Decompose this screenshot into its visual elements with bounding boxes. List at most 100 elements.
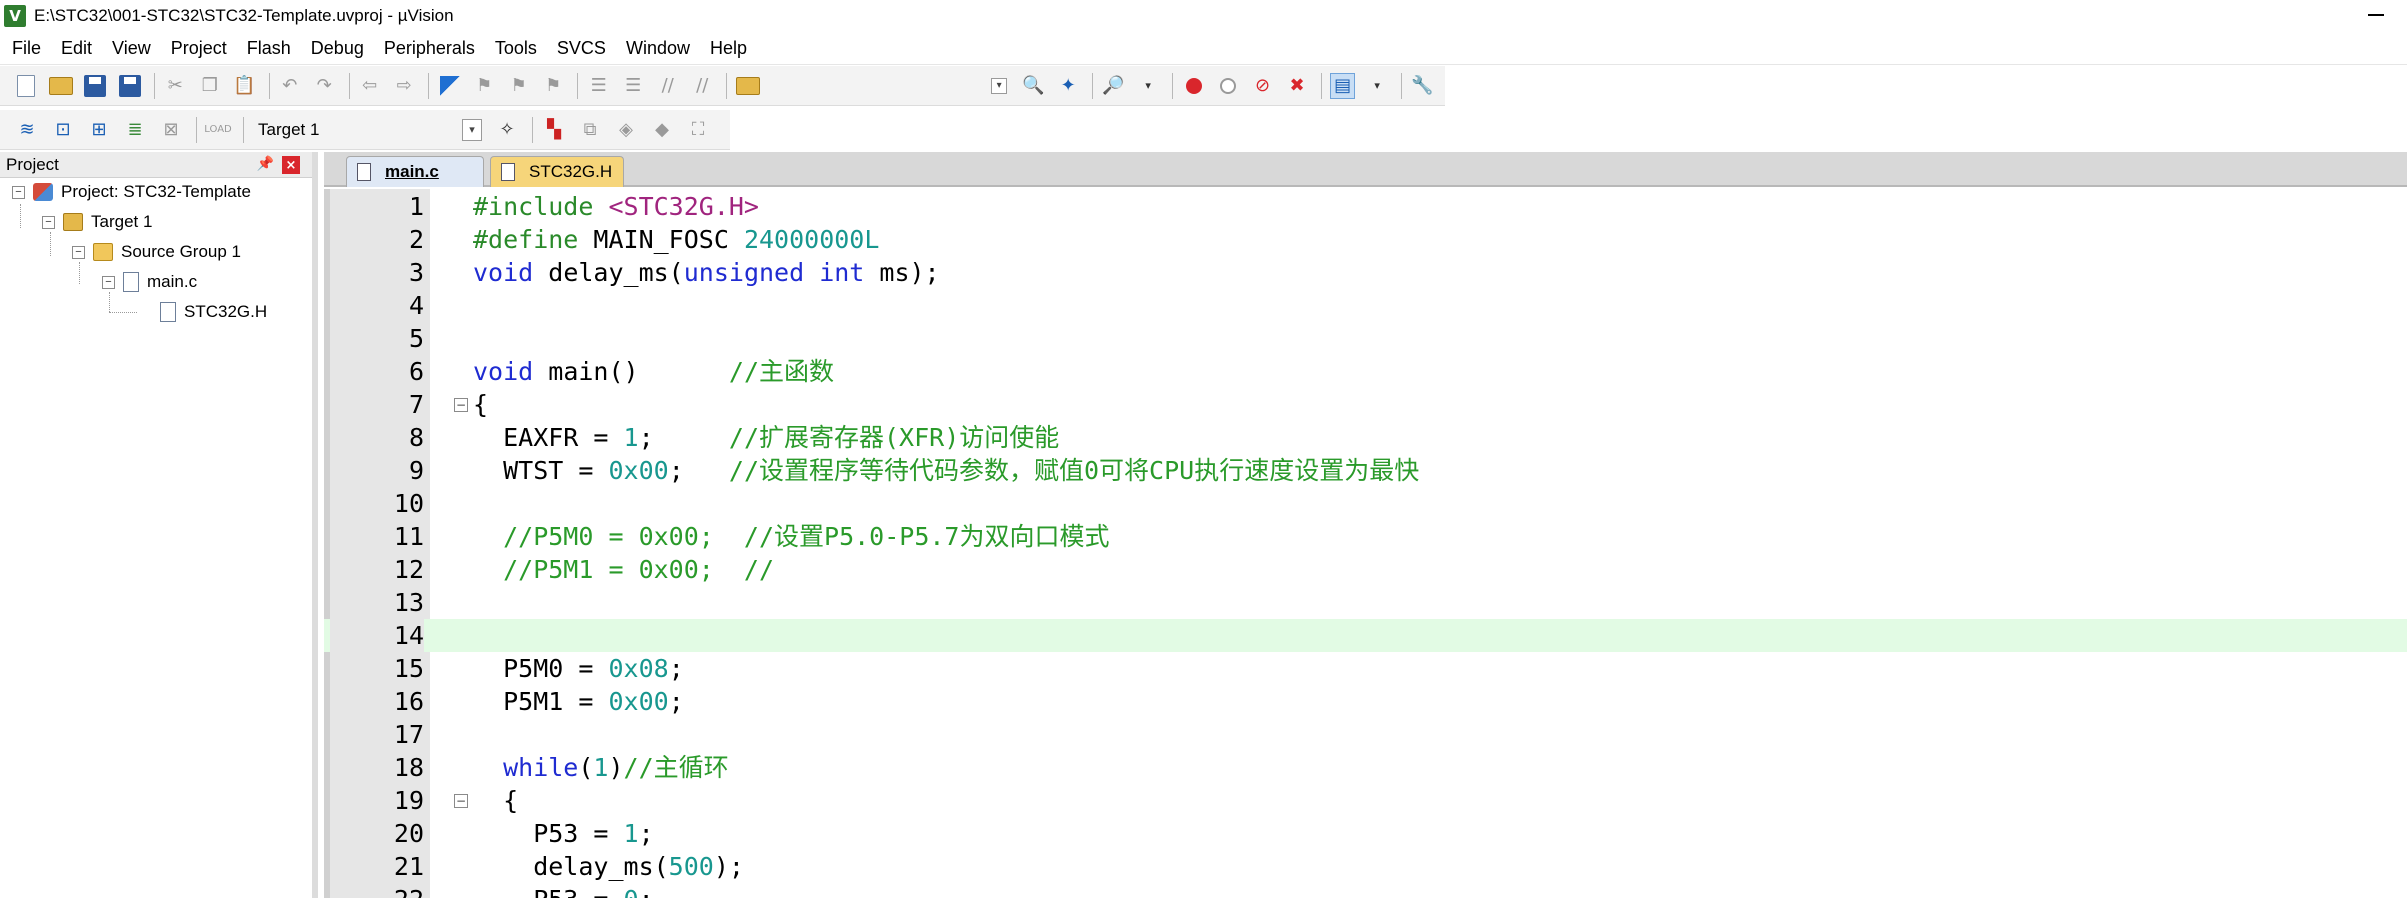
code-line[interactable]: 17 xyxy=(324,718,2407,751)
code-editor[interactable]: 1 #include <STC32G.H> 2 #define MAIN_FOSC 2… xyxy=(324,189,2407,898)
insert-bookmark-button[interactable] xyxy=(437,73,462,99)
disable-breakpoint-button[interactable] xyxy=(1216,73,1241,99)
indent-button[interactable]: ☰ xyxy=(586,73,611,99)
configuration-button[interactable]: 🔧 xyxy=(1410,73,1435,99)
cut-button[interactable]: ✂ xyxy=(163,73,188,99)
code-line[interactable]: 20 P53 = 1; xyxy=(324,817,2407,850)
collapse-icon[interactable]: − xyxy=(102,275,115,289)
undo-button[interactable]: ↶ xyxy=(277,73,302,99)
target-select[interactable]: Target 1 xyxy=(252,120,462,140)
debug-session-dropdown[interactable]: ▾ xyxy=(1136,73,1161,99)
build-button[interactable]: ⊡ xyxy=(50,117,76,143)
menu-peripherals[interactable]: Peripherals xyxy=(384,38,475,59)
code-line[interactable]: 19 − { xyxy=(324,784,2407,817)
save-button[interactable] xyxy=(83,73,108,99)
fold-collapse-icon[interactable]: − xyxy=(454,398,468,412)
code-line[interactable]: 7 −{ xyxy=(324,388,2407,421)
minimize-button[interactable] xyxy=(2359,4,2393,26)
code-line[interactable]: 22 P53 = 0; xyxy=(324,883,2407,898)
download-button[interactable]: LOAD xyxy=(204,117,231,143)
menu-help[interactable]: Help xyxy=(710,38,747,59)
stop-build-button[interactable]: ⊠ xyxy=(158,117,184,143)
code-line[interactable]: 6 void main() //主函数 xyxy=(324,355,2407,388)
uncomment-button[interactable]: // xyxy=(690,73,715,99)
code-line[interactable]: 8 EAXFR = 1; //扩展寄存器(XFR)访问使能 xyxy=(324,421,2407,454)
manage-project-items-button[interactable]: ▚ xyxy=(541,117,567,143)
paste-button[interactable]: 📋 xyxy=(232,73,257,99)
kill-all-breakpoints-button[interactable]: ✖ xyxy=(1285,73,1310,99)
window-layout-dropdown[interactable]: ▾ xyxy=(1365,73,1390,99)
tab-main-c[interactable]: main.c xyxy=(346,156,484,187)
code-line[interactable]: 12 //P5M1 = 0x00; // xyxy=(324,553,2407,586)
navigate-back-button[interactable]: ⇦ xyxy=(357,73,382,99)
next-bookmark-button[interactable]: ⚑ xyxy=(506,73,531,99)
code-line[interactable]: 10 xyxy=(324,487,2407,520)
navigate-forward-button[interactable]: ⇨ xyxy=(392,73,417,99)
code-line[interactable]: 9 WTST = 0x00; //设置程序等待代码参数，赋值0可将CPU执行速度… xyxy=(324,454,2407,487)
menu-debug[interactable]: Debug xyxy=(311,38,364,59)
code-line[interactable]: 11 //P5M0 = 0x00; //设置P5.0-P5.7为双向口模式 xyxy=(324,520,2407,553)
collapse-icon[interactable]: − xyxy=(72,245,85,259)
find-icon: 🔍 xyxy=(1022,75,1045,96)
window-layout-button[interactable]: ▤ xyxy=(1330,72,1355,99)
menu-edit[interactable]: Edit xyxy=(61,38,92,59)
code-line[interactable]: 2 #define MAIN_FOSC 24000000L xyxy=(324,223,2407,256)
menu-flash[interactable]: Flash xyxy=(247,38,291,59)
code-line[interactable]: 18 while(1)//主循环 xyxy=(324,751,2407,784)
code-line[interactable]: 13 xyxy=(324,586,2407,619)
code-line[interactable]: 16 P5M1 = 0x00; xyxy=(324,685,2407,718)
menu-file[interactable]: File xyxy=(12,38,41,59)
select-packs-button[interactable]: ◈ xyxy=(613,117,639,143)
menu-project[interactable]: Project xyxy=(171,38,227,59)
code-line[interactable]: 4 xyxy=(324,289,2407,322)
unindent-button[interactable]: ☰ xyxy=(621,73,646,99)
pin-icon[interactable]: 📌 xyxy=(257,156,274,172)
collapse-icon[interactable]: − xyxy=(12,185,25,199)
code-line[interactable]: 21 delay_ms(500); xyxy=(324,850,2407,883)
manage-run-time-button[interactable]: ◆ xyxy=(649,117,675,143)
code-line[interactable]: 3 void delay_ms(unsigned int ms); xyxy=(324,256,2407,289)
code-line[interactable]: 14 xyxy=(324,619,2407,652)
comment-button[interactable]: // xyxy=(655,73,680,99)
collapse-icon[interactable]: − xyxy=(42,215,55,229)
target-dropdown[interactable]: ▾ xyxy=(462,118,482,141)
save-all-button[interactable] xyxy=(118,73,143,99)
redo-button[interactable]: ↷ xyxy=(312,73,337,99)
find-button[interactable]: 🔍 xyxy=(1021,73,1046,99)
copy-button[interactable]: ❐ xyxy=(198,73,223,99)
tab-main-c-label: main.c xyxy=(385,162,439,181)
code-line[interactable]: 15 P5M0 = 0x08; xyxy=(324,652,2407,685)
target-options-button[interactable]: ✧ xyxy=(494,117,520,143)
menu-tools[interactable]: Tools xyxy=(495,38,537,59)
debug-session-button[interactable]: 🔎 xyxy=(1101,73,1126,99)
incremental-find-button[interactable]: ✦ xyxy=(1056,73,1081,99)
menu-svcs[interactable]: SVCS xyxy=(557,38,606,59)
clear-bookmarks-button[interactable]: ⚑ xyxy=(541,73,566,99)
tree-item-main-c[interactable]: − main.c xyxy=(102,268,197,296)
open-file-button[interactable] xyxy=(48,73,74,99)
tree-item-target[interactable]: − Target 1 xyxy=(42,208,152,236)
menu-window[interactable]: Window xyxy=(626,38,690,59)
pack-installer-button[interactable]: ⛶ xyxy=(685,117,711,143)
bookmark-next-icon: ⚑ xyxy=(510,75,527,96)
disable-all-breakpoints-button[interactable]: ⊘ xyxy=(1250,73,1275,99)
rebuild-button[interactable]: ⊞ xyxy=(86,117,112,143)
code-line[interactable]: 1 #include <STC32G.H> xyxy=(324,190,2407,223)
file-icon xyxy=(123,272,139,292)
tree-item-project[interactable]: − Project: STC32-Template xyxy=(12,178,251,206)
find-in-files-button[interactable] xyxy=(735,73,760,99)
new-file-button[interactable] xyxy=(14,73,39,99)
close-panel-button[interactable]: × xyxy=(282,156,300,174)
previous-bookmark-button[interactable]: ⚑ xyxy=(472,73,497,99)
find-combo-dropdown[interactable]: ▾ xyxy=(987,73,1012,99)
fold-collapse-icon[interactable]: − xyxy=(454,794,468,808)
code-line[interactable]: 5 xyxy=(324,322,2407,355)
tree-item-source-group[interactable]: − Source Group 1 xyxy=(72,238,241,266)
translate-button[interactable]: ≋ xyxy=(14,117,40,143)
tab-stc32g-h[interactable]: STC32G.H xyxy=(490,156,624,187)
batch-build-button[interactable]: ≣ xyxy=(122,117,148,143)
tree-item-stc32g-h[interactable]: STC32G.H xyxy=(160,298,267,326)
copy-settings-button[interactable]: ⧉ xyxy=(577,117,603,143)
insert-breakpoint-button[interactable] xyxy=(1181,73,1206,99)
menu-view[interactable]: View xyxy=(112,38,151,59)
